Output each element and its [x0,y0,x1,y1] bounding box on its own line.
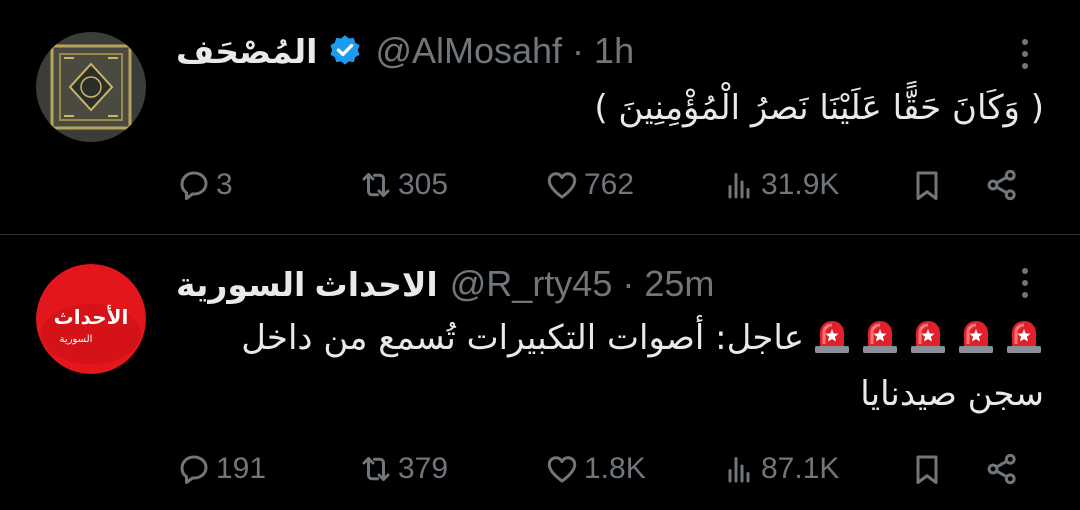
tweet-text-line-1: عاجل: أصوات التكبيرات تُسمع من داخل [241,318,804,358]
views-count: 31.9K [761,168,840,201]
siren-icon [863,321,897,353]
action-bar: 3 305 762 31.9K [176,160,1036,210]
more-icon[interactable] [1010,263,1040,303]
like-icon [547,456,577,483]
action-bar: 191 379 1.8K 87.1K [176,444,1036,494]
retweet-button[interactable]: 379 [358,444,448,494]
tweet-text-line-2: سجن صيدنايا [860,374,1044,414]
views-button[interactable]: 31.9K [721,160,839,210]
share-button[interactable] [984,444,1024,494]
siren-icon [815,321,849,353]
avatar-logo-subtext: السورية [60,334,93,345]
avatar[interactable]: الأحداث السورية [36,264,146,374]
news-logo-image: الأحداث السورية [36,264,146,374]
share-button[interactable] [984,160,1024,210]
reply-count: 3 [216,168,233,201]
tweet-text: عاجل: أصوات التكبيرات تُسمع من داخل سجن … [214,310,1044,422]
separator: · [622,263,635,304]
timestamp[interactable]: 1h [594,30,634,72]
retweet-icon [362,173,390,197]
handle[interactable]: @AlMosahf [375,30,562,72]
like-icon [547,172,577,199]
reply-icon [180,171,208,200]
retweet-count: 305 [398,168,449,201]
reply-count: 191 [216,452,267,485]
quran-cover-image [36,32,146,142]
bookmark-button[interactable] [909,160,949,210]
verified-icon [327,33,363,69]
bookmark-icon [916,455,938,484]
views-icon [728,457,750,483]
like-count: 762 [584,168,635,201]
avatar[interactable] [36,32,146,142]
siren-icon [959,321,993,353]
like-count: 1.8K [584,452,646,485]
retweet-icon [362,457,390,481]
share-icon [987,453,1016,485]
avatar-logo-text: الأحداث [54,304,129,329]
more-icon[interactable] [1010,34,1040,74]
like-button[interactable]: 762 [544,160,634,210]
tweet-text-line: ( وَكَانَ حَقًّا عَلَيْنَا نَصرُ الْمُؤْ… [594,88,1044,128]
siren-emoji-group [804,318,1044,358]
tweet[interactable]: الأحداث السورية الاحداث السورية @R_rty45… [0,235,1080,510]
views-button[interactable]: 87.1K [721,444,839,494]
share-icon [987,169,1016,201]
tweet-header: الاحداث السورية @R_rty45 · 25m [176,259,714,309]
retweet-button[interactable]: 305 [358,160,448,210]
reply-icon [180,455,208,484]
siren-icon [911,321,945,353]
tweet[interactable]: المُصْحَف @AlMosahf · 1h ( وَكَانَ حَقًّ… [0,0,1080,234]
display-name[interactable]: الاحداث السورية [176,265,438,304]
like-button[interactable]: 1.8K [544,444,646,494]
timestamp[interactable]: 25m [644,263,714,305]
views-count: 87.1K [761,452,840,485]
retweet-count: 379 [398,452,449,485]
tweet-text: ( وَكَانَ حَقًّا عَلَيْنَا نَصرُ الْمُؤْ… [164,80,1044,136]
siren-icon [1007,321,1041,353]
reply-button[interactable]: 3 [176,160,233,210]
separator: · [572,30,585,71]
bookmark-icon [916,171,938,200]
tweet-header: المُصْحَف @AlMosahf · 1h [176,26,634,76]
views-icon [728,173,750,199]
bookmark-button[interactable] [909,444,949,494]
reply-button[interactable]: 191 [176,444,266,494]
handle[interactable]: @R_rty45 [450,263,613,305]
tweet-text-line: عاجل: أصوات التكبيرات تُسمع من داخل [214,310,1044,366]
display-name[interactable]: المُصْحَف [176,32,317,71]
